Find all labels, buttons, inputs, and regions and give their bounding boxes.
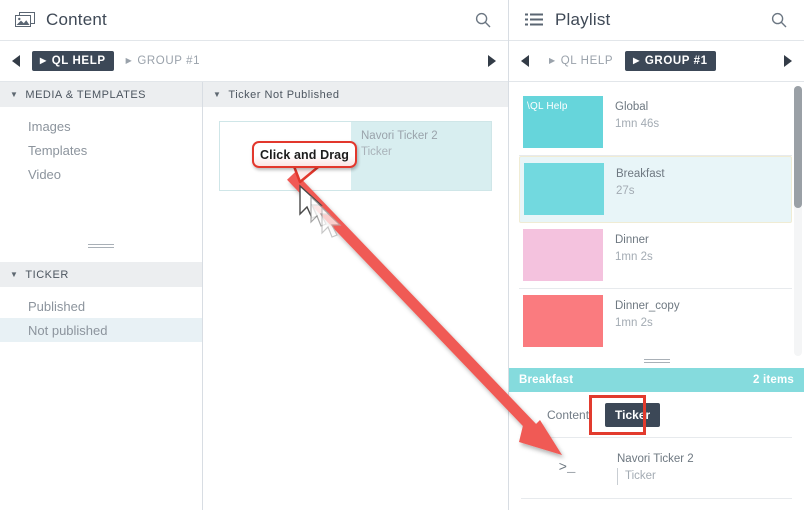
playlist-row-info: Breakfast 27s — [616, 163, 665, 200]
sidebar-item-label: Published — [28, 298, 86, 314]
playlist-panel-title: Playlist — [555, 10, 611, 29]
app-root: Content ▶ QL HELP ▶ GROUP #1 ▼ MEDIA & T… — [0, 0, 804, 510]
playlist-item-name: Dinner — [615, 234, 649, 246]
sidebar-section-ticker-wrap: ▼ TICKER Published Not published — [0, 262, 202, 342]
playlist-item-duration: 1mn 46s — [615, 118, 660, 130]
playlist-panel-header: Playlist — [509, 0, 804, 41]
breadcrumb-label: GROUP #1 — [644, 55, 708, 67]
playlist-row-info: Global 1mn 46s — [615, 96, 659, 133]
playlist-thumbnail: \QL Help — [523, 96, 603, 148]
caret-down-icon: ▼ — [10, 90, 19, 99]
thumbnail-label: \QL Help — [527, 101, 568, 112]
triangle-right-icon: ▶ — [633, 56, 640, 65]
sidebar-item-templates[interactable]: Templates — [0, 138, 202, 162]
sidebar-item-images[interactable]: Images — [0, 114, 202, 138]
sidebar-section-ticker[interactable]: ▼ TICKER — [0, 262, 202, 287]
playlist-thumbnail — [523, 295, 603, 347]
sidebar-section-media-templates[interactable]: ▼ MEDIA & TEMPLATES — [0, 82, 202, 107]
console-prompt-icon: >_ — [558, 460, 576, 476]
content-pane: Content ▶ QL HELP ▶ GROUP #1 ▼ MEDIA & T… — [0, 0, 509, 510]
detail-item-subtitle: Ticker — [617, 468, 694, 485]
breadcrumb-label: GROUP #1 — [137, 55, 201, 67]
playlist-item-name: Breakfast — [616, 168, 665, 180]
detail-tabs: Content Ticker — [509, 392, 804, 437]
detail-item-title: Navori Ticker 2 — [617, 453, 694, 465]
playlist-item-duration: 27s — [616, 185, 635, 197]
search-icon[interactable] — [472, 9, 494, 31]
sidebar-item-video[interactable]: Video — [0, 162, 202, 186]
chevron-right-icon[interactable] — [778, 52, 796, 70]
playlist-item-name: Dinner_copy — [615, 300, 680, 312]
playlist-breadcrumb-bar: ▶ QL HELP ▶ GROUP #1 — [509, 41, 804, 82]
breadcrumb-item-ql-help[interactable]: ▶ QL HELP — [32, 51, 114, 71]
playlist-resize-handle[interactable] — [509, 354, 804, 368]
playlist-pane: Playlist ▶ QL HELP ▶ GROUP #1 \QL Help G… — [509, 0, 804, 510]
playlist-group-bar: Breakfast 2 items — [509, 368, 804, 392]
list-icon — [523, 10, 545, 30]
caret-down-icon: ▼ — [213, 90, 222, 99]
sidebar-item-published[interactable]: Published — [0, 294, 202, 318]
playlist-row-info: Dinner 1mn 2s — [615, 229, 653, 266]
playlist-breadcrumb: ▶ QL HELP ▶ GROUP #1 — [535, 51, 778, 71]
playlist-row-dinner-copy[interactable]: Dinner_copy 1mn 2s — [519, 289, 792, 354]
breadcrumb-label: QL HELP — [51, 55, 106, 67]
scrollbar-thumb[interactable] — [794, 86, 802, 208]
chevron-left-icon[interactable] — [517, 52, 535, 70]
sidebar-section-label: TICKER — [25, 268, 69, 281]
playlist-item-name: Global — [615, 101, 649, 113]
playlist-items: \QL Help Global 1mn 46s Breakfast 27s Di… — [509, 82, 804, 354]
tab-label: Content — [547, 408, 590, 422]
detail-item-list: >_ Navori Ticker 2 Ticker — [509, 437, 804, 499]
card-subtitle: Ticker — [361, 146, 392, 158]
search-icon[interactable] — [768, 9, 790, 31]
playlist-thumbnail — [524, 163, 604, 215]
center-section-label: Ticker Not Published — [228, 88, 340, 101]
chevron-left-icon[interactable] — [8, 52, 26, 70]
playlist-item-duration: 1mn 2s — [615, 251, 653, 263]
breadcrumb-item-ql-help[interactable]: ▶ QL HELP — [541, 51, 621, 71]
triangle-right-icon: ▶ — [125, 56, 133, 65]
group-item-count: 2 items — [752, 374, 794, 386]
triangle-right-icon: ▶ — [40, 56, 47, 65]
sidebar-item-not-published[interactable]: Not published — [0, 318, 202, 342]
playlist-item-duration: 1mn 2s — [615, 317, 653, 329]
content-panel-title: Content — [46, 10, 107, 29]
caret-down-icon: ▼ — [10, 270, 19, 279]
playlist-scrollbar[interactable] — [794, 86, 802, 356]
playlist-row-dinner[interactable]: Dinner 1mn 2s — [519, 223, 792, 289]
sidebar-item-label: Video — [28, 166, 62, 182]
playlist-row-global[interactable]: \QL Help Global 1mn 46s — [519, 90, 792, 156]
triangle-right-icon: ▶ — [549, 56, 556, 65]
sidebar-item-label: Templates — [28, 142, 88, 158]
sidebar-resize-handle[interactable] — [0, 240, 202, 252]
playlist-body: \QL Help Global 1mn 46s Breakfast 27s Di… — [509, 82, 804, 510]
group-name: Breakfast — [519, 374, 574, 386]
content-breadcrumb: ▶ QL HELP ▶ GROUP #1 — [26, 51, 482, 71]
sidebar-item-label: Images — [28, 118, 71, 134]
sidebar-list-ticker: Published Not published — [0, 287, 202, 342]
card-meta: Navori Ticker 2 Ticker — [351, 122, 491, 190]
sidebar-list-media: Images Templates Video — [0, 107, 202, 186]
click-and-drag-callout: Click and Drag — [252, 141, 357, 168]
playlist-thumbnail — [523, 229, 603, 281]
sidebar-item-label: Not published — [28, 322, 108, 338]
content-sidebar: ▼ MEDIA & TEMPLATES Images Templates Vid… — [0, 82, 203, 510]
content-panel-header: Content — [0, 0, 508, 41]
playlist-row-breakfast[interactable]: Breakfast 27s — [519, 156, 792, 223]
detail-row-navori-ticker-2[interactable]: >_ Navori Ticker 2 Ticker — [521, 437, 792, 499]
content-breadcrumb-bar: ▶ QL HELP ▶ GROUP #1 — [0, 41, 508, 82]
playlist-row-info: Dinner_copy 1mn 2s — [615, 295, 680, 332]
tab-ticker-highlight — [589, 395, 646, 435]
breadcrumb-label: QL HELP — [560, 55, 614, 67]
sidebar-section-label: MEDIA & TEMPLATES — [25, 88, 146, 101]
breadcrumb-item-group-1[interactable]: ▶ GROUP #1 — [625, 51, 716, 71]
chevron-right-icon[interactable] — [482, 52, 500, 70]
card-title: Navori Ticker 2 — [361, 130, 438, 142]
breadcrumb-item-group-1[interactable]: ▶ GROUP #1 — [118, 51, 209, 71]
detail-row-text: Navori Ticker 2 Ticker — [613, 451, 694, 485]
center-section-header[interactable]: ▼ Ticker Not Published — [203, 82, 508, 107]
image-stack-icon — [14, 10, 36, 30]
callout-label: Click and Drag — [260, 147, 349, 162]
